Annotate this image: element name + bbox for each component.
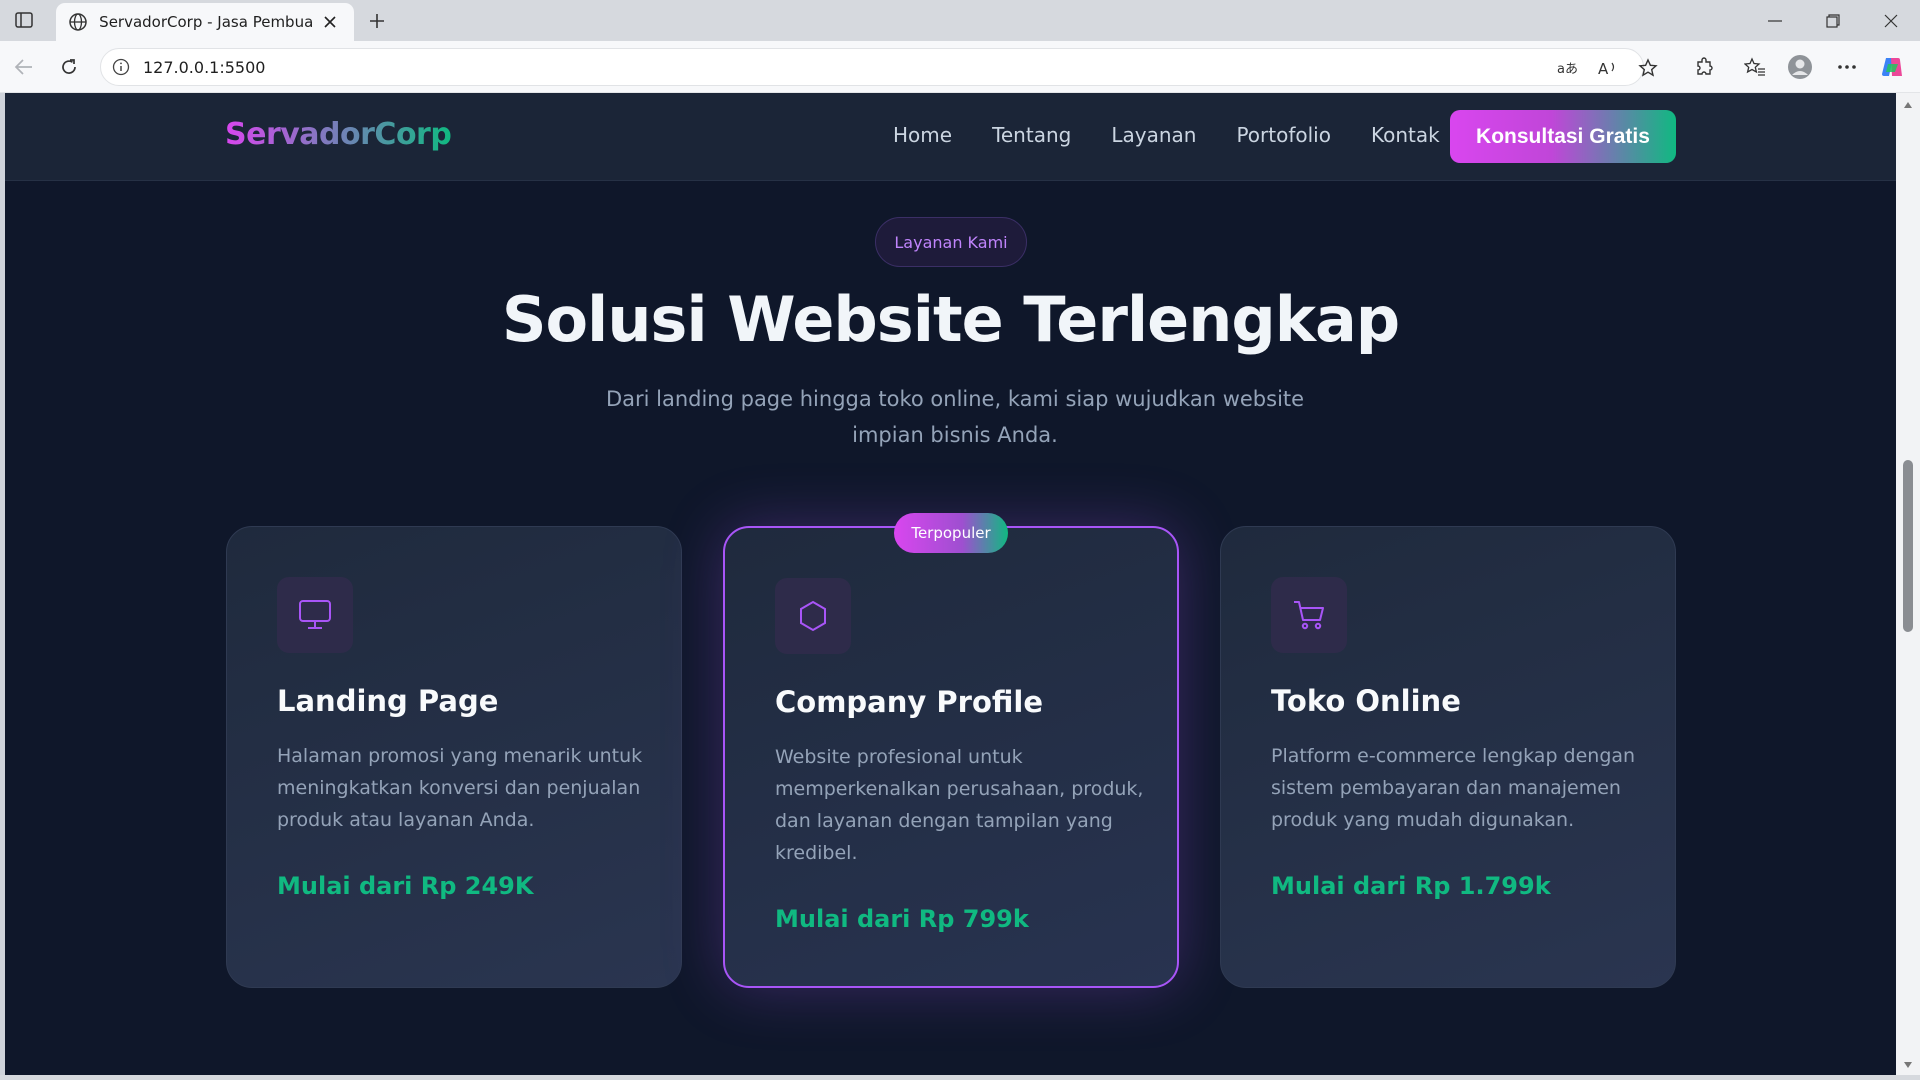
url-text: 127.0.0.1:5500 (143, 57, 266, 77)
back-arrow-icon[interactable] (10, 53, 38, 81)
nav-home-link[interactable]: Home (893, 123, 952, 147)
address-bar[interactable]: 127.0.0.1:5500 aあ A (100, 48, 1658, 86)
card-title: Company Profile (775, 685, 1043, 719)
nav-tentang-link[interactable]: Tentang (992, 123, 1071, 147)
card-price: Mulai dari Rp 799k (775, 905, 1029, 933)
browser-tabbar: ServadorCorp - Jasa Pembuatan W (0, 0, 1920, 41)
site-navbar: ServadorCorp Home Tentang Layanan Portof… (5, 93, 1896, 181)
section-title: Solusi Website Terlengkap (501, 283, 1400, 356)
card-title: Landing Page (277, 684, 499, 718)
popular-badge: Terpopuler (894, 513, 1008, 553)
service-card-toko-online[interactable]: Toko Online Platform e-commerce lengkap … (1220, 526, 1676, 988)
nav-kontak-link[interactable]: Kontak (1371, 123, 1440, 147)
nav-layanan-link[interactable]: Layanan (1111, 123, 1196, 147)
card-title: Toko Online (1271, 684, 1461, 718)
card-description: Platform e-commerce lengkap dengan siste… (1271, 745, 1636, 831)
scroll-down-icon[interactable] (1902, 1059, 1914, 1071)
minimize-icon[interactable] (1755, 8, 1795, 34)
page-viewport: ServadorCorp Home Tentang Layanan Portof… (5, 93, 1896, 1075)
more-options-icon[interactable] (1833, 53, 1861, 81)
read-aloud-icon[interactable]: A (1593, 53, 1623, 83)
tab-title: ServadorCorp - Jasa Pembuatan W (99, 13, 313, 31)
favorite-star-icon[interactable] (1633, 53, 1663, 83)
nav-portofolio-link[interactable]: Portofolio (1236, 123, 1331, 147)
hexagon-icon (775, 578, 851, 654)
section-badge: Layanan Kami (875, 217, 1027, 267)
reload-icon[interactable] (55, 53, 83, 81)
brand-logo[interactable]: ServadorCorp (225, 117, 452, 152)
favorites-icon[interactable] (1741, 53, 1769, 81)
scroll-up-icon[interactable] (1902, 99, 1914, 111)
globe-icon (68, 11, 89, 33)
svg-text:aあ: aあ (1557, 62, 1578, 77)
restore-icon[interactable] (1813, 8, 1853, 34)
cart-icon (1271, 577, 1347, 653)
nav-links: Home Tentang Layanan Portofolio Kontak (893, 123, 1440, 147)
window-close-icon[interactable] (1871, 8, 1911, 34)
card-price: Mulai dari Rp 1.799k (1271, 872, 1551, 900)
service-card-landing-page[interactable]: Landing Page Halaman promosi yang menari… (226, 526, 682, 988)
profile-avatar-icon[interactable] (1786, 53, 1814, 81)
browser-tab[interactable]: ServadorCorp - Jasa Pembuatan W (56, 3, 354, 41)
consultation-button[interactable]: Konsultasi Gratis (1450, 110, 1676, 163)
translate-icon[interactable]: aあ (1553, 53, 1583, 83)
browser-toolbar: 127.0.0.1:5500 aあ A (0, 41, 1920, 93)
section-subtitle: Dari landing page hingga toko online, ka… (605, 387, 1305, 447)
monitor-icon (277, 577, 353, 653)
extensions-icon[interactable] (1690, 53, 1718, 81)
card-price: Mulai dari Rp 249K (277, 872, 534, 900)
card-description: Website profesional untuk memperkenalkan… (775, 746, 1144, 864)
copilot-icon[interactable] (1878, 53, 1906, 81)
page-scrollbar[interactable] (1896, 93, 1920, 1075)
card-description: Halaman promosi yang menarik untuk menin… (277, 745, 643, 831)
svg-text:A: A (1598, 60, 1609, 77)
service-card-company-profile[interactable]: Company Profile Website profesional untu… (723, 526, 1179, 988)
tab-actions-icon[interactable] (12, 9, 36, 31)
info-icon[interactable] (111, 57, 131, 77)
window-bottom-edge (0, 1075, 1920, 1080)
scrollbar-thumb[interactable] (1903, 460, 1913, 632)
close-icon[interactable] (319, 10, 342, 34)
new-tab-button[interactable] (364, 8, 390, 34)
